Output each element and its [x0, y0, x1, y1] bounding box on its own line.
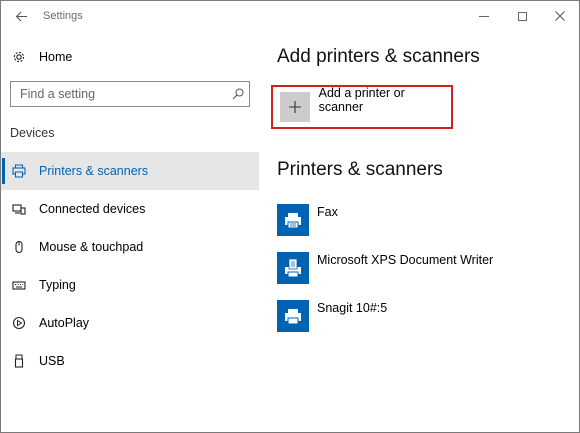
scrollbar[interactable]: [573, 31, 578, 431]
add-printers-heading: Add printers & scanners: [277, 46, 480, 67]
sidebar-item-autoplay[interactable]: AutoPlay: [1, 304, 259, 342]
search-input[interactable]: Find a setting: [10, 81, 250, 107]
fax-printer-icon: [277, 204, 309, 236]
mouse-icon: [12, 240, 26, 254]
back-arrow-icon[interactable]: [1, 1, 41, 31]
minimize-icon: [479, 15, 489, 17]
connected-devices-icon: [12, 202, 26, 216]
sidebar-item-usb[interactable]: USB: [1, 342, 259, 380]
printer-name: Fax: [317, 205, 338, 219]
window-title: Settings: [43, 10, 83, 22]
search-icon[interactable]: [227, 88, 249, 100]
printer-item-snagit[interactable]: Snagit 10#:5: [277, 300, 577, 334]
printer-icon: [277, 300, 309, 332]
printers-list-heading: Printers & scanners: [277, 159, 443, 180]
printer-name: Snagit 10#:5: [317, 301, 388, 315]
add-printer-label: Add a printer or scanner: [318, 86, 405, 114]
autoplay-icon: [12, 316, 26, 330]
sidebar-item-mouse-touchpad[interactable]: Mouse & touchpad: [1, 228, 259, 266]
usb-icon: [12, 354, 26, 368]
group-title-devices: Devices: [10, 126, 55, 140]
sidebar-item-label: Home: [39, 50, 73, 64]
maximize-icon: [517, 11, 527, 21]
add-printer-button[interactable]: Add a printer or scanner: [271, 85, 453, 129]
search-placeholder: Find a setting: [20, 87, 96, 101]
settings-window: Settings Home Find a setting Devices Pri…: [0, 0, 580, 433]
printer-name: Microsoft XPS Document Writer: [317, 253, 494, 267]
window-controls: [465, 1, 579, 31]
close-icon: [555, 11, 565, 21]
gear-icon: [12, 50, 26, 64]
sidebar-item-label: Mouse & touchpad: [39, 240, 144, 254]
sidebar-item-label: AutoPlay: [39, 316, 90, 330]
sidebar-item-label: Printers & scanners: [39, 164, 149, 178]
document-printer-icon: [277, 252, 309, 284]
printer-item-xps[interactable]: Microsoft XPS Document Writer: [277, 252, 577, 286]
sidebar-item-printers-scanners[interactable]: Printers & scanners: [1, 152, 259, 190]
minimize-button[interactable]: [465, 1, 503, 31]
sidebar-item-typing[interactable]: Typing: [1, 266, 259, 304]
plus-icon: [280, 92, 310, 122]
sidebar-item-label: Connected devices: [39, 202, 146, 216]
sidebar-item-label: USB: [39, 354, 65, 368]
sidebar-item-connected-devices[interactable]: Connected devices: [1, 190, 259, 228]
close-button[interactable]: [541, 1, 579, 31]
sidebar-item-home[interactable]: Home: [1, 43, 259, 71]
sidebar: Home Find a setting Devices Printers & s…: [1, 31, 259, 431]
sidebar-nav-list: Printers & scanners Connected devices Mo…: [1, 152, 259, 380]
sidebar-item-label: Typing: [39, 278, 76, 292]
printer-icon: [12, 164, 26, 178]
title-bar: Settings: [1, 1, 579, 31]
maximize-button[interactable]: [503, 1, 541, 31]
main-content: Add printers & scanners Add a printer or…: [271, 31, 577, 431]
keyboard-icon: [12, 278, 26, 292]
printer-item-fax[interactable]: Fax: [277, 204, 577, 238]
